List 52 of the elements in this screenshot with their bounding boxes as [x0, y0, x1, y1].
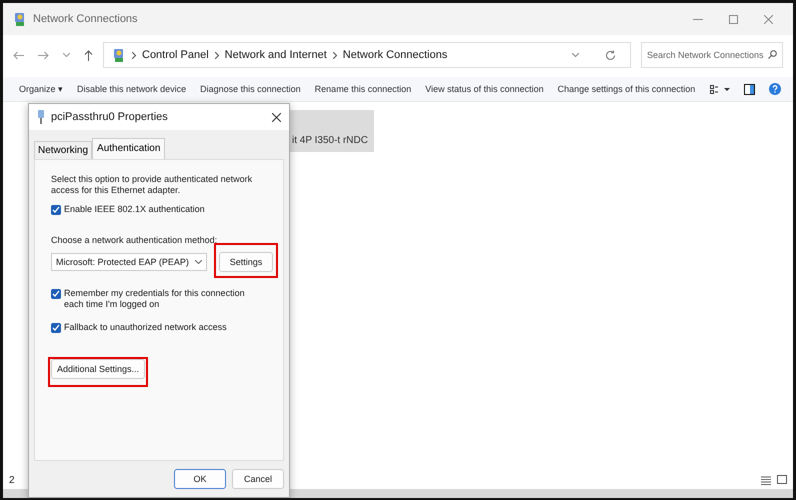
dialog-title: pciPassthru0 Properties: [51, 111, 169, 123]
toolbar-button[interactable]: Diagnose this connection: [200, 84, 301, 94]
toolbar-button[interactable]: View status of this connection: [425, 84, 544, 94]
additional-settings-button[interactable]: Additional Settings...: [51, 359, 146, 379]
details-view-icon[interactable]: [761, 476, 771, 484]
breadcrumb[interactable]: Network and Internet: [224, 49, 327, 61]
breadcrumb[interactable]: Control Panel: [142, 49, 209, 61]
help-icon[interactable]: [769, 83, 781, 95]
chevron-right-icon: [332, 52, 337, 58]
chevron-down-icon[interactable]: [63, 53, 70, 57]
description-text: Select this option to provide authenticated network access for this Ethernet adapter.: [51, 174, 254, 196]
dialog-button[interactable]: OK: [174, 469, 226, 489]
forward-arrow-icon[interactable]: [38, 50, 49, 60]
checkbox[interactable]: [51, 289, 61, 299]
network-adapter-icon: [37, 110, 45, 124]
back-arrow-icon[interactable]: [13, 50, 24, 60]
view-options-icon[interactable]: [710, 84, 730, 94]
toolbar-button[interactable]: Organize ▾: [19, 84, 64, 94]
method-label: Choose a network authentication method:: [51, 235, 218, 246]
dialog-button[interactable]: Cancel: [232, 469, 284, 489]
chevron-right-icon: [214, 52, 219, 58]
checkbox[interactable]: [51, 205, 61, 215]
method-dropdown[interactable]: Microsoft: Protected EAP (PEAP): [51, 253, 207, 271]
tiles-view-icon[interactable]: [777, 475, 787, 485]
checkbox-label: Remember my credentials for this connection each time I'm logged on: [64, 288, 246, 310]
network-folder-icon: [13, 12, 27, 26]
search-icon: [768, 50, 777, 59]
address-bar[interactable]: Control Panel Network and Internet Network Connections: [103, 42, 631, 68]
toolbar-button[interactable]: Disable this network device: [77, 84, 186, 94]
checkbox-label: Enable IEEE 802.1X authentication: [64, 204, 205, 215]
toolbar-button[interactable]: Change settings of this connection: [558, 84, 696, 94]
refresh-icon[interactable]: [605, 50, 616, 60]
up-arrow-icon[interactable]: [84, 50, 93, 60]
item-count: 2: [9, 474, 15, 486]
checkbox[interactable]: [51, 323, 61, 333]
maximize-icon[interactable]: [729, 14, 738, 24]
tab[interactable]: Authentication: [92, 138, 166, 159]
breadcrumb[interactable]: Network Connections: [342, 49, 448, 61]
minimize-icon[interactable]: [693, 18, 703, 20]
chevron-down-icon[interactable]: [572, 53, 579, 57]
close-icon[interactable]: [272, 112, 281, 122]
tab[interactable]: Networking: [34, 141, 92, 159]
toolbar-button[interactable]: Rename this connection: [314, 84, 412, 94]
chevron-down-icon: [195, 260, 202, 264]
network-folder-icon: [112, 48, 126, 62]
checkbox-label: Fallback to unauthorized network access: [64, 322, 227, 333]
chevron-right-icon: [132, 52, 136, 58]
preview-pane-icon[interactable]: [744, 84, 755, 94]
connection-tile[interactable]: it 4P I350-t rNDC: [290, 110, 374, 152]
search-field[interactable]: Search Network Connections: [641, 42, 783, 68]
window-title: Network Connections: [33, 13, 139, 25]
settings-button[interactable]: Settings: [219, 252, 273, 272]
